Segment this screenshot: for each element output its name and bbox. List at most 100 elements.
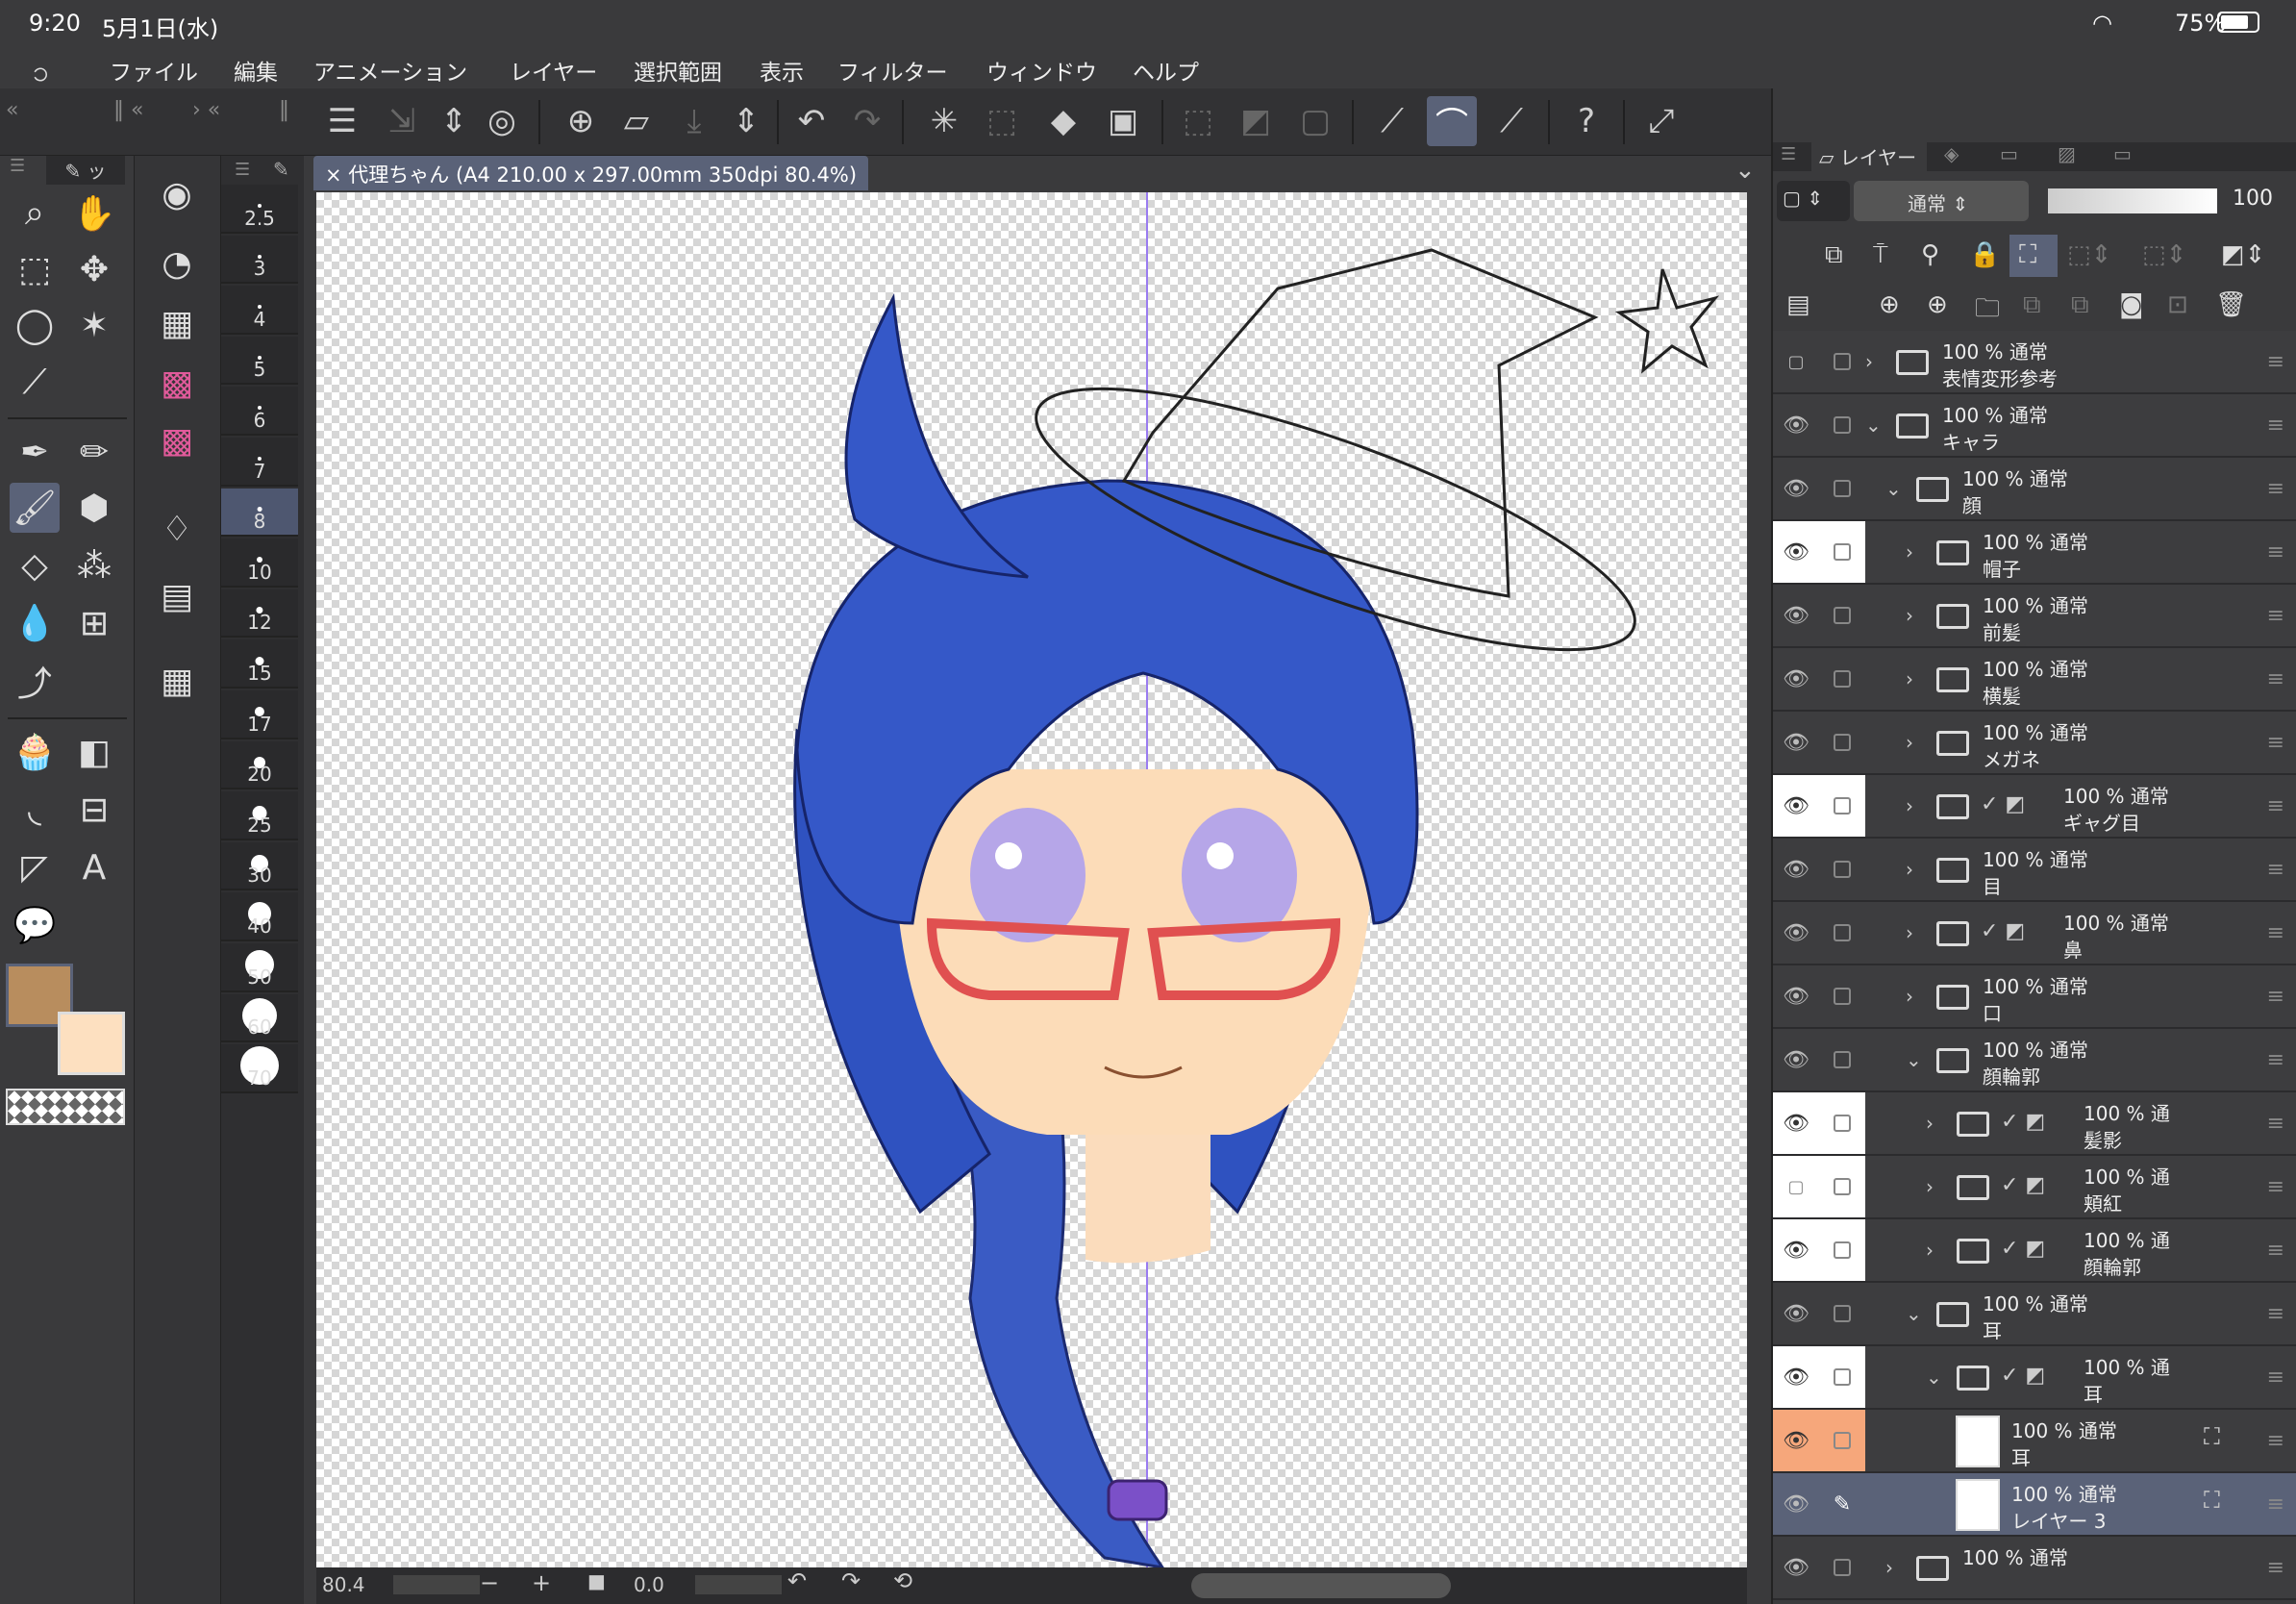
menu-help[interactable]: ヘルプ	[1133, 54, 1199, 87]
delete-layer-icon[interactable]: 🗑	[2215, 290, 2247, 319]
tab-subview-icon[interactable]: ▨	[2058, 142, 2076, 165]
drops-icon[interactable]: ♢	[152, 504, 202, 554]
lock-icon[interactable]: 🔒	[1969, 240, 2000, 269]
blend-mode-select[interactable]: 通常 ⇕	[1854, 181, 2029, 221]
updown-icon[interactable]: ⇕	[721, 96, 771, 146]
visibility-eye-icon[interactable]: 👁	[1773, 839, 1819, 900]
layer-lock-checkbox[interactable]	[1819, 458, 1865, 519]
panel-divider-icon-2[interactable]: ‖	[279, 98, 289, 122]
visibility-eye-icon[interactable]: 👁	[1773, 1410, 1819, 1471]
frame-icon[interactable]: ⊟	[69, 785, 119, 835]
settings-share-icon[interactable]: ⇲	[377, 96, 427, 146]
drawing-canvas[interactable]	[316, 192, 1747, 1567]
hamburger-menu-icon[interactable]: ☰	[317, 96, 367, 146]
lasso-icon[interactable]: ◯	[10, 300, 60, 350]
layer-row[interactable]: 👁 › 100 % 通常口 ≡	[1773, 965, 2296, 1029]
chevron-right-icon[interactable]: ›	[1906, 667, 1913, 690]
layer-row[interactable]: 👁 ⛶ 100 % 通常耳 ≡	[1773, 1410, 2296, 1473]
layer-lock-checkbox[interactable]	[1819, 1283, 1865, 1344]
layer-lock-checkbox[interactable]	[1819, 1346, 1865, 1408]
airbrush-icon[interactable]: ⬢	[69, 483, 119, 533]
layer-drag-handle-icon[interactable]: ≡	[2267, 921, 2284, 945]
menu-file[interactable]: ファイル	[110, 54, 198, 87]
menu-layer[interactable]: レイヤー	[510, 54, 597, 87]
hand-icon[interactable]: ✋	[69, 188, 119, 238]
deselect-icon[interactable]: ⬚	[977, 96, 1027, 146]
layer-row[interactable]: 👁 ⌄ 100 % 通常 顔輪郭 ≡	[1773, 1029, 2296, 1092]
layer-drag-handle-icon[interactable]: ≡	[2267, 1366, 2284, 1390]
layer-drag-handle-icon[interactable]: ≡	[2267, 540, 2284, 564]
open-folder-icon[interactable]: ▱	[611, 96, 661, 146]
layer-drag-handle-icon[interactable]: ≡	[2267, 1429, 2284, 1453]
layer-lock-checkbox[interactable]	[1819, 521, 1865, 583]
create-mask-icon[interactable]: ◙	[2119, 290, 2143, 319]
new-document-icon[interactable]: ⊕	[556, 96, 606, 146]
reset-zoom-icon[interactable]: ■	[587, 1569, 606, 1592]
visibility-eye-icon[interactable]: 👁	[1773, 1219, 1819, 1281]
blend-icon[interactable]: 💧	[10, 598, 60, 648]
brush-size-6[interactable]: 6	[221, 387, 298, 436]
brush-size-5[interactable]: 5	[221, 336, 298, 386]
visibility-eye-icon[interactable]: 👁	[1773, 1283, 1819, 1344]
visibility-eye-icon[interactable]: 👁	[1773, 1473, 1819, 1535]
layer-drag-handle-icon[interactable]: ≡	[2267, 350, 2284, 374]
layer-lock-checkbox[interactable]	[1819, 1029, 1865, 1090]
layer-lock-checkbox[interactable]: ✎	[1819, 1473, 1865, 1535]
layer-drag-handle-icon[interactable]: ≡	[2267, 477, 2284, 501]
zoom-value[interactable]: 80.4	[322, 1573, 365, 1596]
chevron-right-icon[interactable]: ›	[1906, 921, 1913, 944]
eraser-icon[interactable]: ◇	[10, 540, 60, 590]
clipping-check-icon[interactable]: ✓ ◩	[2001, 1364, 2045, 1388]
subtool-navigator-icon[interactable]: ◔	[152, 238, 202, 288]
layer-drag-handle-icon[interactable]: ≡	[2267, 604, 2284, 628]
layer-row[interactable]: 👁 › 100 % 通常 ≡	[1773, 1537, 2296, 1600]
spinner-updown-icon[interactable]: ⇕	[429, 96, 479, 146]
chevron-right-icon[interactable]: ›	[1906, 858, 1913, 881]
layer-drag-handle-icon[interactable]: ≡	[2267, 1112, 2284, 1136]
layer-row[interactable]: 👁 › ✓ ◩ 100 % 通顔輪郭 ≡	[1773, 1219, 2296, 1283]
fill-bucket-icon[interactable]: ◆	[1038, 96, 1088, 146]
layer-lock-checkbox[interactable]	[1819, 965, 1865, 1027]
opacity-slider[interactable]	[2048, 188, 2217, 213]
merge-down-icon[interactable]: ⧉	[2071, 290, 2089, 320]
chevron-right-icon[interactable]: ›	[1906, 731, 1913, 754]
layer-drag-handle-icon[interactable]: ≡	[2267, 414, 2284, 438]
visibility-eye-icon[interactable]: 👁	[1773, 1537, 1819, 1598]
visibility-eye-icon[interactable]: 👁	[1773, 1029, 1819, 1090]
visibility-eye-icon[interactable]: 👁	[1773, 1092, 1819, 1154]
brush-size-40[interactable]: 40	[221, 892, 298, 941]
layer-row[interactable]: 👁 ⌄ 100 % 通常顔 ≡	[1773, 458, 2296, 521]
layer-lock-checkbox[interactable]	[1819, 394, 1865, 456]
layer-row[interactable]: 👁 › 100 % 通常目 ≡	[1773, 839, 2296, 902]
visibility-eye-icon[interactable]: 👁	[1773, 394, 1819, 456]
brush-size-12[interactable]: 12	[221, 589, 298, 639]
layer-drag-handle-icon[interactable]: ≡	[2267, 1302, 2284, 1326]
pen-ruler-icon[interactable]: ⟋	[1486, 96, 1536, 146]
layer-row[interactable]: 👁 › 100 % 通常 メガネ ≡	[1773, 712, 2296, 775]
size-menu-icon[interactable]: ☰	[235, 160, 250, 180]
decoration-icon[interactable]: ⁂	[69, 540, 119, 590]
help-icon[interactable]: ?	[1561, 96, 1611, 146]
brush-size-70[interactable]: 70	[221, 1044, 298, 1093]
layer-lock-checkbox[interactable]	[1819, 1219, 1865, 1281]
visibility-eye-icon[interactable]: ▢	[1773, 331, 1819, 392]
brush-size-25[interactable]: 25	[221, 791, 298, 840]
layer-lock-checkbox[interactable]	[1819, 775, 1865, 837]
balloon-icon[interactable]: 💬	[10, 900, 60, 950]
layer-row[interactable]: 👁 › 100 % 通常 帽子 ≡	[1773, 521, 2296, 585]
clipping-check-icon[interactable]: ✓ ◩	[2001, 1173, 2045, 1197]
save-icon[interactable]: ⤓	[669, 96, 719, 146]
clipping-check-icon[interactable]: ✓ ◩	[1981, 792, 2025, 816]
tab-dropdown-icon[interactable]: ⌄	[1734, 156, 1756, 185]
crop-icon[interactable]: ▢	[1290, 96, 1340, 146]
layer-drag-handle-icon[interactable]: ≡	[2267, 794, 2284, 818]
layer-row[interactable]: 👁 › 100 % 通常 横髪 ≡	[1773, 648, 2296, 712]
transform-icon[interactable]: ▣	[1098, 96, 1148, 146]
layer-row[interactable]: 👁 ⌄ ✓ ◩ 100 % 通耳 ≡	[1773, 1346, 2296, 1410]
select-all-icon[interactable]: ✳	[919, 96, 969, 146]
layer-lock-checkbox[interactable]	[1819, 585, 1865, 646]
zoom-slider[interactable]	[393, 1575, 480, 1594]
layer-lock-checkbox[interactable]	[1819, 712, 1865, 773]
brush-tool-icon[interactable]: 🖌	[10, 483, 60, 533]
layer-drag-handle-icon[interactable]: ≡	[2267, 667, 2284, 691]
